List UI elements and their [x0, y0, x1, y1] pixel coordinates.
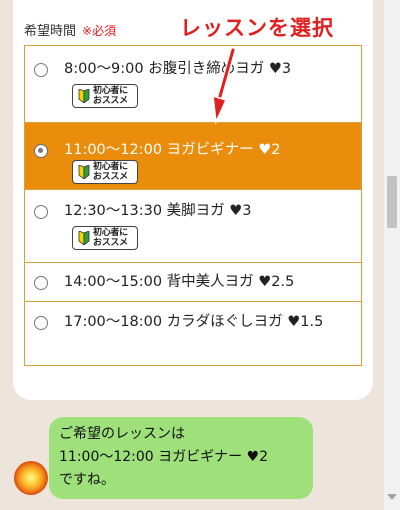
scroll-down-arrow-icon[interactable]: [387, 494, 397, 500]
chat-bubble: ご希望のレッスンは 11:00〜12:00 ヨガビギナー ♥2 ですね。: [49, 417, 313, 499]
badge-line-1: 初心者に: [93, 86, 128, 96]
beginner-badge: 初心者に おススメ: [72, 226, 138, 250]
badge-text: 初心者に おススメ: [93, 86, 128, 106]
beginner-badge: 初心者に おススメ: [72, 160, 138, 184]
time-option-3[interactable]: 12:30〜13:30 美脚ヨガ ♥3 初心者に おススメ: [25, 189, 361, 262]
time-option-1[interactable]: 8:00〜9:00 お腹引き締めヨガ ♥3 初心者に おススメ: [25, 46, 361, 122]
badge-line-1: 初心者に: [93, 162, 128, 172]
badge-text: 初心者に おススメ: [93, 228, 128, 248]
scrollbar-thumb[interactable]: [387, 176, 397, 228]
beginner-badge: 初心者に おススメ: [72, 84, 138, 108]
option-label: 14:00〜15:00 背中美人ヨガ ♥2.5: [64, 274, 295, 290]
beginner-leaf-icon: [78, 165, 90, 179]
radio-button[interactable]: [34, 276, 48, 290]
badge-line-2: おススメ: [93, 172, 128, 182]
option-label: 17:00〜18:00 カラダほぐしヨガ ♥1.5: [64, 314, 324, 330]
radio-button-selected[interactable]: [34, 144, 48, 158]
option-label: 8:00〜9:00 お腹引き締めヨガ ♥3: [64, 61, 292, 77]
badge-text: 初心者に おススメ: [93, 162, 128, 182]
beginner-leaf-icon: [78, 89, 90, 103]
time-option-2[interactable]: 11:00〜12:00 ヨガビギナー ♥2 初心者に おススメ: [25, 122, 361, 189]
radio-button[interactable]: [34, 316, 48, 330]
radio-button[interactable]: [34, 205, 48, 219]
option-label: 12:30〜13:30 美脚ヨガ ♥3: [64, 203, 252, 219]
annotation-select-lesson: レッスンを選択: [180, 16, 334, 40]
field-label-text: 希望時間: [24, 24, 77, 39]
time-option-4[interactable]: 14:00〜15:00 背中美人ヨガ ♥2.5: [25, 262, 361, 301]
scrollbar[interactable]: [384, 0, 400, 510]
required-mark: ※必須: [82, 24, 117, 38]
option-label: 11:00〜12:00 ヨガビギナー ♥2: [64, 142, 281, 158]
badge-line-1: 初心者に: [93, 228, 128, 238]
beginner-leaf-icon: [78, 231, 90, 245]
badge-line-2: おススメ: [93, 238, 128, 248]
bot-avatar: [14, 461, 48, 495]
badge-line-2: おススメ: [93, 96, 128, 106]
time-option-5[interactable]: 17:00〜18:00 カラダほぐしヨガ ♥1.5: [25, 301, 361, 365]
time-option-list: 8:00〜9:00 お腹引き締めヨガ ♥3 初心者に おススメ 11:00〜12:…: [24, 45, 362, 366]
chat-message-text: ご希望のレッスンは 11:00〜12:00 ヨガビギナー ♥2 ですね。: [59, 426, 269, 488]
field-label-time: 希望時間 ※必須: [24, 20, 116, 39]
radio-button[interactable]: [34, 63, 48, 77]
